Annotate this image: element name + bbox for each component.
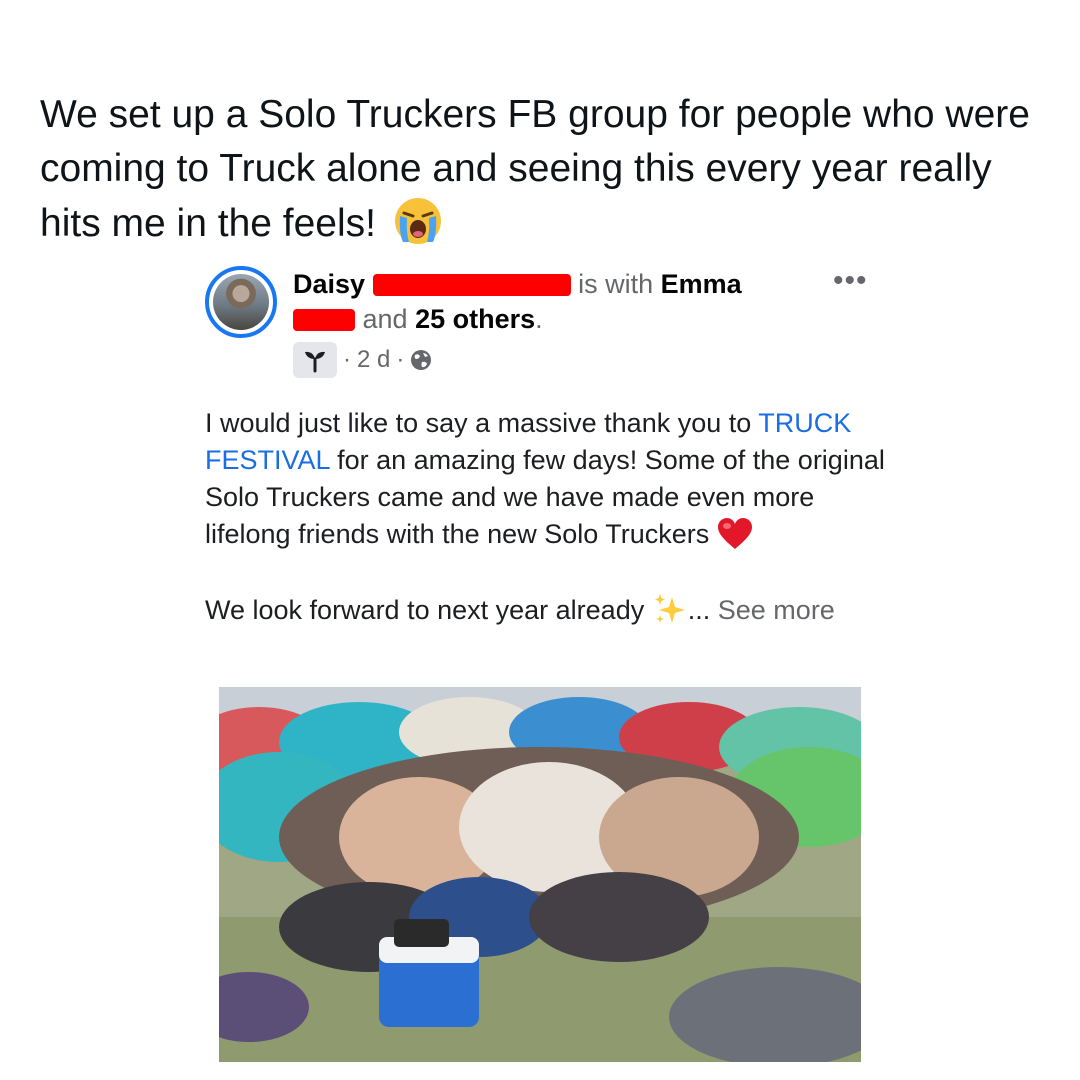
crying-face-icon (394, 198, 441, 244)
more-options-icon[interactable]: ••• (833, 264, 868, 298)
group-photo[interactable] (219, 687, 861, 1062)
post-text-1: I would just like to say a massive thank… (205, 408, 752, 438)
others-link[interactable]: 25 others (415, 304, 535, 334)
tweet-text: We set up a Solo Truckers FB group for p… (40, 88, 1050, 251)
meta-separator: · (343, 346, 351, 373)
meta-separator: · (396, 346, 405, 373)
redaction-bar (372, 274, 571, 296)
facebook-post-screenshot: Daisy is with Emma and 25 others. ••• · … (205, 262, 885, 1072)
tagged-name[interactable]: Emma (661, 269, 742, 299)
post-time[interactable]: 2 d (357, 346, 390, 374)
with-text: is with (578, 269, 654, 299)
festival-group-photo-image (219, 687, 861, 1062)
see-more-link[interactable]: See more (718, 595, 835, 625)
avatar-photo (213, 274, 269, 330)
period-text: . (535, 304, 543, 334)
post-meta: · 2 d · (293, 342, 432, 378)
post-header-continued: and 25 others. (293, 301, 543, 337)
sparkles-icon (654, 594, 685, 623)
sprout-icon[interactable] (293, 342, 337, 378)
author-name[interactable]: Daisy (293, 269, 365, 299)
post-text-3: We look forward to next year already (205, 595, 645, 625)
globe-icon (411, 350, 432, 370)
post-header: Daisy is with Emma (293, 266, 742, 302)
post-body: I would just like to say a massive thank… (205, 405, 885, 629)
redaction-bar (293, 309, 355, 331)
avatar[interactable] (205, 266, 277, 338)
red-heart-icon (717, 518, 752, 549)
post-paragraph-2: We look forward to next year already ...… (205, 591, 885, 629)
ellipsis: ... (687, 595, 711, 625)
and-text: and (362, 304, 408, 334)
tweet-body: We set up a Solo Truckers FB group for p… (40, 93, 1030, 245)
